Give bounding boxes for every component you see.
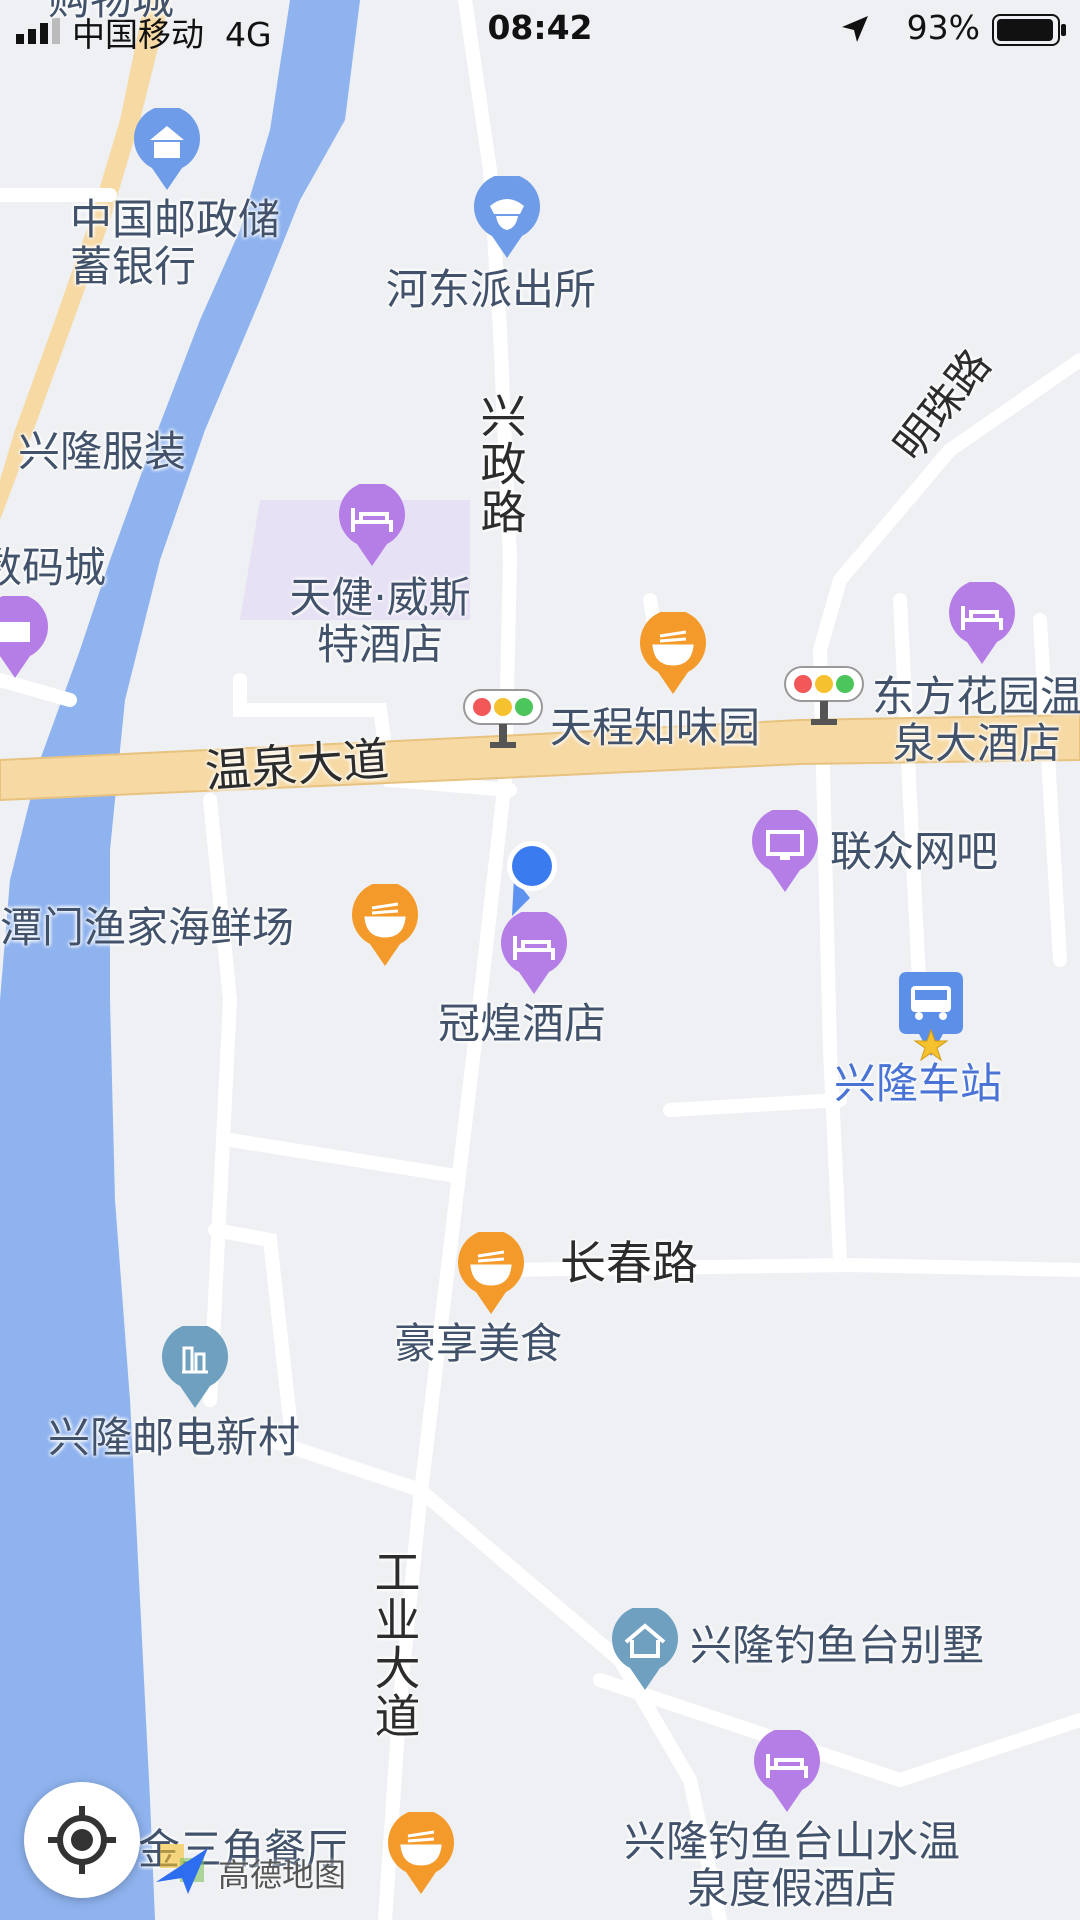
shop-icon	[0, 596, 48, 678]
bowl-icon	[388, 1812, 454, 1894]
food-pin-seafood[interactable]	[350, 884, 420, 968]
poi-digital[interactable]: 数码城	[0, 544, 106, 591]
bed-icon	[754, 1730, 820, 1812]
poi-postal-bank[interactable]: 中国邮政储蓄银行	[70, 196, 290, 290]
current-location-marker	[507, 841, 557, 916]
police-pin[interactable]	[472, 176, 542, 260]
hotel-pin-dongfang[interactable]	[947, 582, 1017, 666]
poi-fishing-villa[interactable]: 兴隆钓鱼台别墅	[690, 1622, 984, 1669]
poi-seafood[interactable]: 潭门渔家海鲜场	[0, 904, 294, 951]
bus-station-pin[interactable]	[895, 970, 967, 1070]
battery-percent: 93%	[906, 8, 980, 47]
poi-bus-station[interactable]: 兴隆车站	[834, 1060, 1002, 1107]
food-pin-haoxiang[interactable]	[456, 1232, 526, 1316]
shop-pin[interactable]	[0, 596, 50, 680]
poi-youdian-village[interactable]: 兴隆邮电新村	[48, 1414, 300, 1461]
residential-pin[interactable]	[160, 1326, 230, 1410]
food-pin-triangle[interactable]	[386, 1812, 456, 1896]
brand-label: 高德地图	[218, 1856, 347, 1894]
bed-icon	[501, 912, 567, 994]
poi-haoxiang[interactable]: 豪享美食	[394, 1320, 562, 1367]
bowl-icon	[352, 884, 418, 966]
poi-dongfang-hotel[interactable]: 东方花园温泉大酒店	[862, 673, 1080, 767]
bank-icon	[134, 108, 200, 190]
bank-pin[interactable]	[132, 108, 202, 192]
house-icon	[612, 1608, 678, 1690]
poi-tianjian-hotel[interactable]: 天健·威斯特酒店	[275, 574, 485, 668]
road-label-gongye: 工业大道	[367, 1548, 422, 1740]
amap-logo-icon	[156, 1844, 208, 1894]
netcafe-pin[interactable]	[750, 810, 820, 894]
traffic-light-icon	[463, 689, 543, 748]
road-label-xingzheng: 兴政路	[473, 392, 528, 536]
hotel-pin-guanhuang[interactable]	[499, 912, 569, 996]
bowl-icon	[458, 1232, 524, 1314]
locate-button[interactable]	[24, 1782, 140, 1898]
poi-police[interactable]: 河东派出所	[386, 266, 596, 313]
poi-tiancheng[interactable]: 天程知味园	[550, 704, 760, 751]
battery-icon	[992, 14, 1066, 46]
food-pin-tiancheng[interactable]	[638, 612, 708, 696]
poi-top-cut[interactable]: 购物城	[48, 0, 174, 23]
monitor-icon	[752, 810, 818, 892]
road-label-changchun: 长春路	[560, 1236, 698, 1290]
villa-pin[interactable]	[610, 1608, 680, 1692]
bowl-icon	[640, 612, 706, 694]
hotel-pin-resort[interactable]	[752, 1730, 822, 1814]
locate-icon	[48, 1806, 116, 1874]
poi-clothing[interactable]: 兴隆服装	[18, 428, 186, 475]
police-icon	[474, 176, 540, 258]
location-arrow-icon	[842, 16, 868, 42]
bed-icon	[339, 484, 405, 566]
traffic-light-icon	[784, 666, 864, 725]
hotel-pin-tianjian[interactable]	[337, 484, 407, 568]
poi-lianzhong[interactable]: 联众网吧	[830, 828, 998, 875]
poi-guanhuang-hotel[interactable]: 冠煌酒店	[438, 1000, 606, 1047]
poi-fishing-resort[interactable]: 兴隆钓鱼台山水温泉度假酒店	[612, 1818, 972, 1912]
building-icon	[162, 1326, 228, 1408]
bed-icon	[949, 582, 1015, 664]
